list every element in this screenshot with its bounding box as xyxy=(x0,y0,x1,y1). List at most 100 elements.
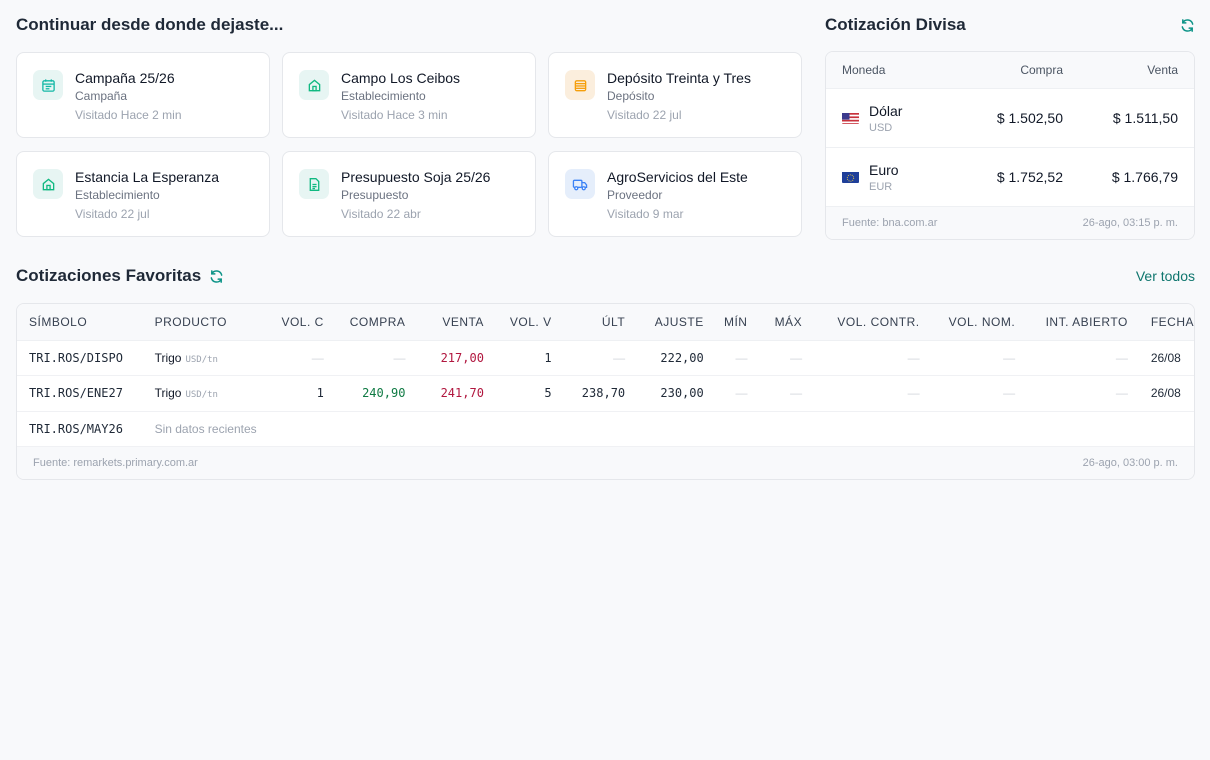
table-row[interactable]: TRI.ROS/MAY26 Sin datos recientes xyxy=(17,411,1194,447)
recent-card[interactable]: AgroServicios del Este Proveedor Visitad… xyxy=(548,151,802,237)
column-compra[interactable]: COMPRA xyxy=(323,304,406,341)
recent-card-title: Depósito Treinta y Tres xyxy=(607,70,751,86)
favorites-header: Cotizaciones Favoritas Ver todos xyxy=(16,266,1195,286)
venta-cell: 241,70 xyxy=(405,375,484,412)
fecha-cell: 26/08 xyxy=(1127,340,1194,376)
min-cell: — xyxy=(703,340,748,376)
recent-card-visited: Visitado Hace 2 min xyxy=(75,108,182,122)
document-icon xyxy=(299,169,329,199)
currency-title: Cotización Divisa xyxy=(825,15,966,34)
recent-section: Continuar desde donde dejaste... Campaña… xyxy=(16,15,802,237)
compra-cell: 240,90 xyxy=(323,375,406,412)
int-abierto-cell: — xyxy=(1015,375,1128,412)
product-unit: USD/tn xyxy=(185,354,218,365)
vol-nom-cell: — xyxy=(919,340,1016,376)
recent-card-type: Proveedor xyxy=(607,188,663,202)
eu-flag-icon xyxy=(842,171,859,183)
min-cell: — xyxy=(703,375,748,412)
refresh-icon[interactable] xyxy=(209,269,224,284)
column-vol-contr[interactable]: VOL. CONTR. xyxy=(802,304,920,341)
product-cell: Trigo USD/tn xyxy=(154,340,251,376)
ajuste-cell: 230,00 xyxy=(625,375,704,412)
currency-timestamp: 26-ago, 03:15 p. m. xyxy=(1082,217,1178,229)
ult-cell: 238,70 xyxy=(551,375,626,412)
column-vol-v[interactable]: VOL. V xyxy=(483,304,552,341)
favorites-section: Cotizaciones Favoritas Ver todos SÍMBOLO… xyxy=(16,266,1195,480)
column-vol-nom[interactable]: VOL. NOM. xyxy=(919,304,1016,341)
home-icon xyxy=(33,169,63,199)
no-data-message: Sin datos recientes xyxy=(154,411,1194,447)
recent-card-title: Presupuesto Soja 25/26 xyxy=(341,169,491,185)
column-venta[interactable]: VENTA xyxy=(405,304,484,341)
column-venta: Venta xyxy=(1147,63,1178,77)
table-row[interactable]: TRI.ROS/DISPO Trigo USD/tn — — 217,00 1 —… xyxy=(17,340,1194,376)
vol-v-cell: 1 xyxy=(483,340,552,376)
favorites-timestamp: 26-ago, 03:00 p. m. xyxy=(1082,457,1178,469)
currency-row-eur: Euro EUR $ 1.752,52 $ 1.766,79 xyxy=(826,147,1194,206)
recent-card-visited: Visitado 22 jul xyxy=(607,108,682,122)
column-producto[interactable]: PRODUCTO xyxy=(154,304,251,341)
see-all-link[interactable]: Ver todos xyxy=(1136,268,1195,284)
currency-cell: Dólar USD xyxy=(842,103,943,134)
calendar-icon xyxy=(33,70,63,100)
product-unit: USD/tn xyxy=(185,390,218,401)
vol-nom-cell: — xyxy=(919,375,1016,412)
currency-sell-value: $ 1.766,79 xyxy=(1111,169,1178,185)
vol-contr-cell: — xyxy=(802,375,920,412)
recent-card-title: Campaña 25/26 xyxy=(75,70,175,86)
recent-card-title: Estancia La Esperanza xyxy=(75,169,219,185)
venta-cell: 217,00 xyxy=(405,340,484,376)
currency-name: Euro xyxy=(869,161,899,178)
currency-section: Cotización Divisa Moneda Compra Venta Dó… xyxy=(825,15,1195,240)
currency-header: Cotización Divisa xyxy=(825,15,1195,35)
recent-card[interactable]: Estancia La Esperanza Establecimiento Vi… xyxy=(16,151,270,237)
currency-column-headers: Moneda Compra Venta xyxy=(826,52,1194,88)
recent-card-type: Establecimiento xyxy=(75,188,160,202)
recent-card-title: AgroServicios del Este xyxy=(607,169,748,185)
max-cell: — xyxy=(747,375,803,412)
favorites-title: Cotizaciones Favoritas xyxy=(16,266,202,285)
ult-cell: — xyxy=(551,340,626,376)
recent-card-visited: Visitado 22 abr xyxy=(341,207,421,221)
recent-card[interactable]: Depósito Treinta y Tres Depósito Visitad… xyxy=(548,52,802,138)
currency-row-usd: Dólar USD $ 1.502,50 $ 1.511,50 xyxy=(826,88,1194,147)
recent-card-type: Presupuesto xyxy=(341,188,409,202)
vol-v-cell: 5 xyxy=(483,375,552,412)
recent-card-type: Depósito xyxy=(607,89,655,103)
recent-card[interactable]: Presupuesto Soja 25/26 Presupuesto Visit… xyxy=(282,151,536,237)
column-moneda: Moneda xyxy=(842,63,886,77)
currency-buy-value: $ 1.752,52 xyxy=(996,169,1063,185)
recent-card-type: Establecimiento xyxy=(341,89,426,103)
currency-sell-value: $ 1.511,50 xyxy=(1112,110,1178,126)
column-min[interactable]: MÍN xyxy=(703,304,748,341)
recent-card[interactable]: Campaña 25/26 Campaña Visitado Hace 2 mi… xyxy=(16,52,270,138)
column-max[interactable]: MÁX xyxy=(747,304,803,341)
column-ajuste[interactable]: AJUSTE xyxy=(625,304,704,341)
recent-card-visited: Visitado 22 jul xyxy=(75,207,150,221)
product-name: Trigo xyxy=(154,386,182,401)
column-vol-c[interactable]: VOL. C xyxy=(250,304,324,341)
favorites-source: Fuente: remarkets.primary.com.ar xyxy=(33,457,198,469)
currency-panel: Moneda Compra Venta Dólar USD $ 1.502,50… xyxy=(825,51,1195,240)
currency-code: EUR xyxy=(869,180,893,193)
column-simbolo[interactable]: SÍMBOLO xyxy=(17,304,155,341)
us-flag-icon xyxy=(842,112,859,124)
symbol-cell: TRI.ROS/MAY26 xyxy=(17,411,155,447)
column-fecha[interactable]: FECHA xyxy=(1127,304,1194,341)
table-row[interactable]: TRI.ROS/ENE27 Trigo USD/tn 1 240,90 241,7… xyxy=(17,375,1194,412)
column-int-abierto[interactable]: INT. ABIERTO xyxy=(1015,304,1128,341)
ajuste-cell: 222,00 xyxy=(625,340,704,376)
max-cell: — xyxy=(747,340,803,376)
favorites-footer: Fuente: remarkets.primary.com.ar 26-ago,… xyxy=(17,447,1194,479)
currency-buy-value: $ 1.502,50 xyxy=(996,110,1063,126)
vol-c-cell: — xyxy=(250,340,324,376)
currency-footer: Fuente: bna.com.ar 26-ago, 03:15 p. m. xyxy=(826,206,1194,239)
refresh-icon[interactable] xyxy=(1180,18,1195,33)
warehouse-icon xyxy=(565,70,595,100)
favorites-table: SÍMBOLO PRODUCTO VOL. C COMPRA VENTA VOL… xyxy=(16,303,1195,480)
currency-code: USD xyxy=(869,121,893,134)
recent-card[interactable]: Campo Los Ceibos Establecimiento Visitad… xyxy=(282,52,536,138)
column-ult[interactable]: ÚLT xyxy=(551,304,626,341)
symbol-cell: TRI.ROS/DISPO xyxy=(17,340,155,376)
recent-card-type: Campaña xyxy=(75,89,128,103)
